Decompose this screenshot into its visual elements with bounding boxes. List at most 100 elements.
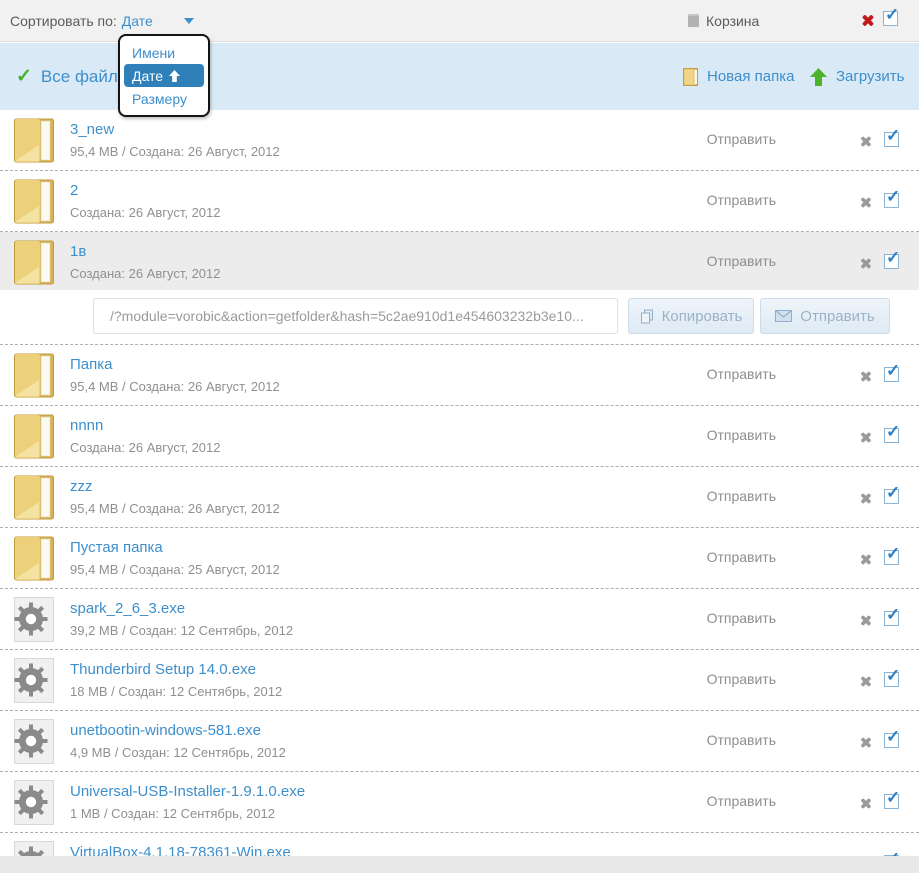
row-checkbox[interactable] (884, 544, 900, 565)
new-folder-icon (683, 67, 698, 86)
row-delete-icon[interactable] (860, 798, 872, 810)
file-name-link[interactable]: 3_new (70, 121, 114, 138)
send-link-button[interactable]: Отправить (760, 298, 890, 334)
folder-icon (14, 475, 54, 525)
file-meta: 95,4 МВ / Создана: 26 Август, 2012 (70, 379, 280, 394)
exe-gear-icon (14, 719, 54, 769)
file-name-link[interactable]: Universal-USB-Installer-1.9.1.0.exe (70, 783, 305, 800)
share-url-input[interactable] (93, 298, 618, 334)
file-name-link[interactable]: Thunderbird Setup 14.0.exe (70, 661, 256, 678)
trash-label: Корзина (706, 13, 760, 29)
file-name-link[interactable]: spark_2_6_3.exe (70, 600, 185, 617)
folder-icon (14, 414, 54, 464)
send-link[interactable]: Отправить (707, 131, 776, 147)
exe-gear-icon (14, 658, 54, 708)
send-link[interactable]: Отправить (707, 192, 776, 208)
row-delete-icon[interactable] (860, 676, 872, 688)
send-link[interactable]: Отправить (707, 427, 776, 443)
file-name-link[interactable]: nnnn (70, 417, 103, 434)
all-files-link[interactable]: ✓ Все файлы (16, 43, 130, 110)
file-meta: 95,4 МВ / Создана: 26 Август, 2012 (70, 144, 280, 159)
exe-gear-icon (14, 597, 54, 647)
row-checkbox[interactable] (884, 126, 900, 147)
upload-label: Загрузить (836, 68, 905, 85)
file-row: 1в Создана: 26 Август, 2012 Отправить (0, 232, 919, 290)
copy-link-label: Копировать (661, 307, 743, 325)
file-name-link[interactable]: 1в (70, 243, 86, 260)
row-delete-icon[interactable] (860, 554, 872, 566)
file-meta: 39,2 МВ / Создан: 12 Сентябрь, 2012 (70, 623, 294, 638)
row-checkbox[interactable] (884, 666, 900, 687)
file-row: Пустая папка 95,4 МВ / Создана: 25 Авгус… (0, 528, 919, 589)
send-link[interactable]: Отправить (707, 793, 776, 809)
upload-button[interactable]: Загрузить (810, 43, 905, 110)
sort-menu: Имени Дате Размеру (118, 34, 210, 117)
send-link[interactable]: Отправить (707, 488, 776, 504)
row-checkbox[interactable] (884, 483, 900, 504)
file-meta: Создана: 26 Август, 2012 (70, 440, 221, 455)
new-folder-label: Новая папка (707, 68, 795, 85)
file-name-link[interactable]: 2 (70, 182, 78, 199)
sort-menu-item-label: Дате (132, 67, 164, 84)
sort-asc-icon (169, 69, 181, 82)
file-name-link[interactable]: zzz (70, 478, 93, 495)
file-name-link[interactable]: Папка (70, 356, 112, 373)
row-checkbox[interactable] (884, 248, 900, 269)
all-files-label: Все файлы (40, 66, 131, 86)
file-meta: 18 МВ / Создан: 12 Сентябрь, 2012 (70, 684, 283, 699)
upload-arrow-icon (810, 67, 827, 86)
select-all-checkbox[interactable] (883, 5, 899, 26)
file-row: nnnn Создана: 26 Август, 2012 Отправить (0, 406, 919, 467)
all-files-check-icon: ✓ (16, 66, 32, 87)
sort-value[interactable]: Дате (122, 13, 153, 29)
file-row: 2 Создана: 26 Август, 2012 Отправить (0, 171, 919, 232)
file-row: 3_new 95,4 МВ / Создана: 26 Август, 2012… (0, 110, 919, 171)
sort-dropdown-arrow-icon[interactable] (183, 18, 194, 24)
copy-link-button[interactable]: Копировать (628, 298, 754, 334)
send-link-label: Отправить (800, 307, 875, 325)
file-meta: Создана: 26 Август, 2012 (70, 205, 221, 220)
row-checkbox[interactable] (884, 361, 900, 382)
send-link[interactable]: Отправить (707, 253, 776, 269)
row-delete-icon[interactable] (860, 493, 872, 505)
row-checkbox[interactable] (884, 605, 900, 626)
file-row: Папка 95,4 МВ / Создана: 26 Август, 2012… (0, 345, 919, 406)
row-checkbox[interactable] (884, 187, 900, 208)
row-delete-icon[interactable] (860, 197, 872, 209)
file-name-link[interactable]: Пустая папка (70, 539, 163, 556)
row-checkbox[interactable] (884, 788, 900, 809)
send-link[interactable]: Отправить (707, 549, 776, 565)
trash-link[interactable]: Корзина (688, 0, 759, 42)
row-delete-icon[interactable] (860, 615, 872, 627)
file-meta: 4,9 МВ / Создан: 12 Сентябрь, 2012 (70, 745, 286, 760)
folder-icon (14, 353, 54, 403)
file-meta: 1 МВ / Создан: 12 Сентябрь, 2012 (70, 806, 275, 821)
row-checkbox[interactable] (884, 422, 900, 443)
row-delete-icon[interactable] (860, 432, 872, 444)
send-link[interactable]: Отправить (707, 366, 776, 382)
row-checkbox[interactable] (884, 727, 900, 748)
sort-menu-item-date[interactable]: Дате (124, 64, 204, 87)
row-delete-icon[interactable] (860, 371, 872, 383)
file-meta: 95,4 МВ / Создана: 26 Август, 2012 (70, 501, 280, 516)
copy-icon (640, 309, 653, 323)
sort-menu-item-label: Имени (132, 44, 176, 61)
sort-menu-item-label: Размеру (132, 90, 187, 107)
file-name-link[interactable]: unetbootin-windows-581.exe (70, 722, 261, 739)
row-delete-icon[interactable] (860, 737, 872, 749)
exe-gear-icon (14, 780, 54, 830)
send-link[interactable]: Отправить (707, 610, 776, 626)
row-delete-icon[interactable] (860, 136, 872, 148)
sort-menu-item-size[interactable]: Размеру (120, 87, 208, 110)
share-link-panel: Копировать Отправить (0, 290, 919, 345)
send-link[interactable]: Отправить (707, 671, 776, 687)
sort-label: Сортировать по: (10, 13, 117, 29)
folder-icon (14, 179, 54, 229)
row-delete-icon[interactable] (860, 258, 872, 270)
delete-all-icon[interactable] (861, 14, 874, 27)
new-folder-button[interactable]: Новая папка (683, 43, 794, 110)
send-link[interactable]: Отправить (707, 732, 776, 748)
file-meta: 95,4 МВ / Создана: 25 Август, 2012 (70, 562, 280, 577)
folder-icon (14, 118, 54, 168)
sort-menu-item-name[interactable]: Имени (120, 41, 208, 64)
